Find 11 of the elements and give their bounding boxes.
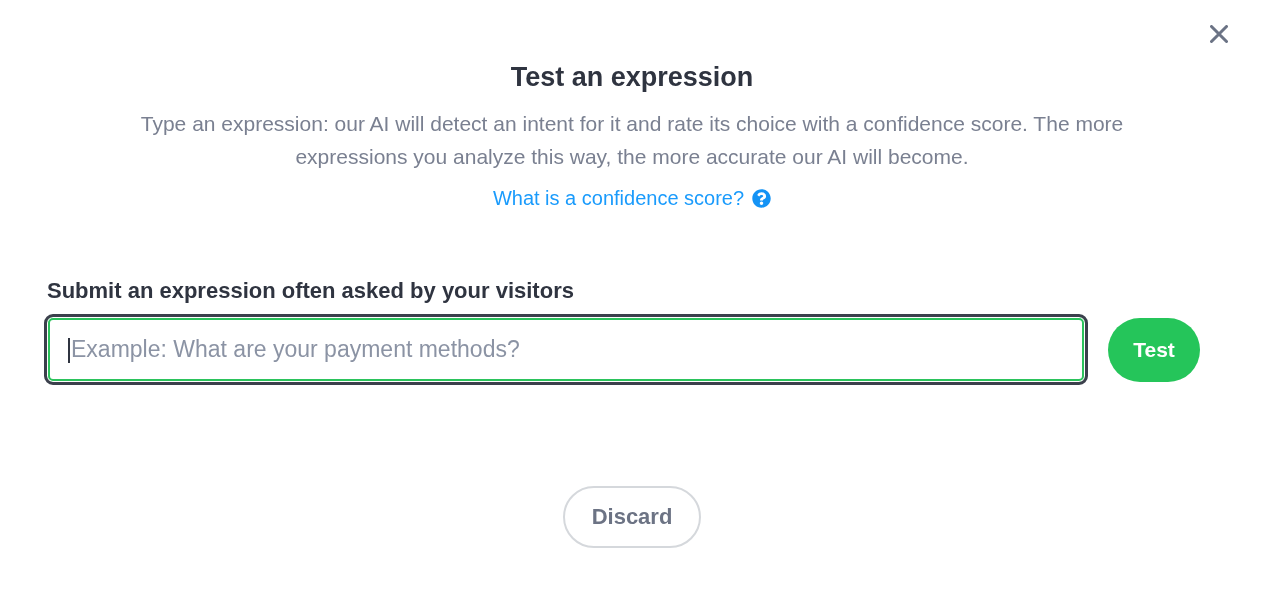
field-label: Submit an expression often asked by your visitors <box>46 279 574 303</box>
discard-button[interactable]: Discard <box>563 486 701 548</box>
help-link[interactable]: What is a confidence score? <box>492 186 745 210</box>
test-button[interactable]: Test <box>1108 317 1200 382</box>
expression-input-field[interactable]: Example: What are your payment methods? <box>44 314 1088 385</box>
dialog-title: Test an expression <box>510 61 754 93</box>
help-icon[interactable] <box>752 188 772 208</box>
dialog-description: Type an expression: our AI will detect an intent for it and rate its choice with a confidence score. The more expressions you analyze this way, the more accurate our AI will become. <box>139 111 1125 170</box>
close-icon <box>1210 25 1228 43</box>
close-button[interactable] <box>1208 23 1230 45</box>
text-cursor <box>68 337 70 363</box>
